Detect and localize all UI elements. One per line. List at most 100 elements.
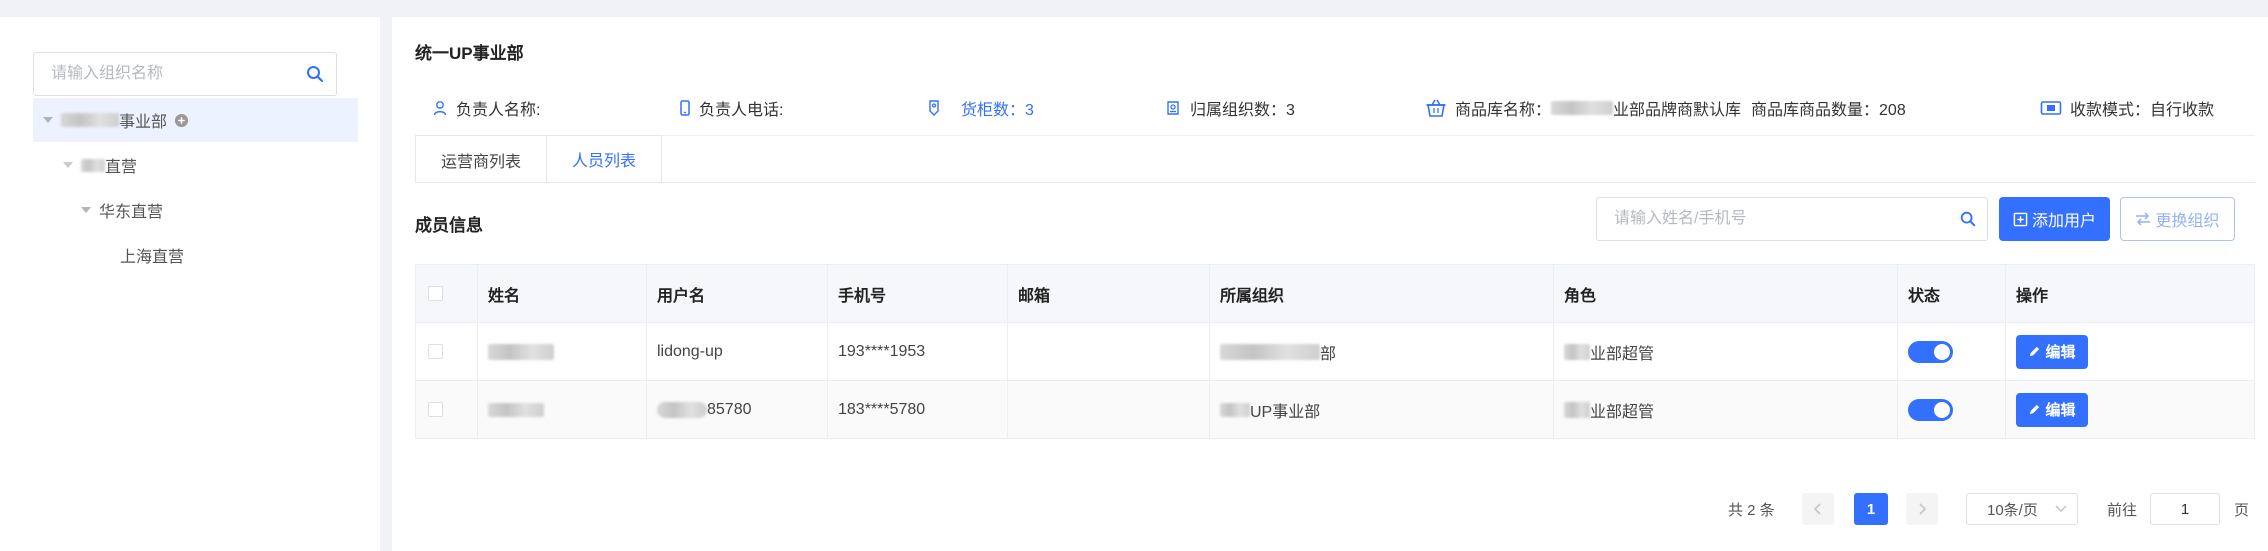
- blurred-text: [61, 113, 119, 127]
- info-row: 负责人名称: 负责人电话: 货柜数：3 归属组织数：3 商品库名称： 业部品牌商…: [392, 93, 2268, 123]
- search-icon[interactable]: [1959, 210, 1977, 228]
- cell-actions: 编辑: [2006, 323, 2254, 380]
- page-title: 统一UP事业部: [415, 44, 524, 63]
- blurred-text: [488, 402, 544, 417]
- cabinet-count-link[interactable]: 货柜数：3: [925, 93, 1034, 123]
- org-search-input[interactable]: [51, 53, 301, 95]
- owner-phone: 负责人电话:: [679, 93, 783, 123]
- tab-staff-list[interactable]: 人员列表: [547, 135, 663, 183]
- cell-org: 部: [1210, 323, 1554, 380]
- table-row: lidong-up 193****1953 部 业部超管 编辑: [416, 323, 2254, 381]
- row-checkbox[interactable]: [428, 402, 443, 417]
- blurred-text: [1220, 402, 1250, 417]
- org-search-box[interactable]: [33, 52, 337, 96]
- tag-icon: [929, 100, 939, 116]
- total-count: 共 2 条: [1728, 502, 1775, 519]
- blurred-text: [81, 158, 105, 172]
- cell-email: [1008, 323, 1210, 380]
- row-select-cell[interactable]: [416, 323, 478, 380]
- cell-email: [1008, 381, 1210, 438]
- status-toggle[interactable]: [1908, 398, 1953, 421]
- status-toggle[interactable]: [1908, 340, 1953, 363]
- cell-username: 85780: [647, 381, 828, 438]
- cell-phone: 183****5780: [828, 381, 1008, 438]
- tab-bar: 运营商列表 人员列表: [415, 135, 663, 183]
- cell-status: [1898, 323, 2006, 380]
- main-panel: 统一UP事业部 负责人名称: 负责人电话: 货柜数：3 归属组织数：3 商品库名…: [392, 17, 2268, 551]
- prev-page-button[interactable]: [1802, 493, 1834, 525]
- pencil-icon: [2030, 404, 2040, 415]
- table-row: 85780 183****5780 UP事业部 业部超管 编辑: [416, 381, 2254, 439]
- row-checkbox[interactable]: [428, 344, 443, 359]
- page-unit-label: 页: [2234, 502, 2250, 519]
- tree-node-shanghai[interactable]: 上海直营: [33, 233, 358, 277]
- org-icon: [1167, 101, 1179, 115]
- phone-icon: [680, 100, 690, 116]
- cell-name: [478, 323, 647, 380]
- swap-icon: [2136, 212, 2151, 226]
- page-size-select[interactable]: 10条/页: [1966, 493, 2078, 525]
- member-table: 姓名 用户名 手机号 邮箱 所属组织 角色 状态 操作 lidong-up 19…: [415, 264, 2255, 439]
- section-title: 成员信息: [415, 216, 483, 235]
- table-header-row: 姓名 用户名 手机号 邮箱 所属组织 角色 状态 操作: [416, 265, 2254, 323]
- goto-page-input[interactable]: [2150, 493, 2220, 525]
- cell-username: lidong-up: [647, 323, 828, 380]
- top-strip: [0, 0, 2268, 17]
- product-count: 商品库商品数量：208: [1751, 102, 1906, 119]
- cell-status: [1898, 381, 2006, 438]
- page-number-button[interactable]: 1: [1854, 493, 1888, 525]
- cell-role: 业部超管: [1554, 323, 1898, 380]
- pagination: 共 2 条 1 10条/页 前往 页: [392, 493, 2268, 525]
- blurred-text: [1220, 343, 1320, 360]
- tree-node-label: 事业部: [119, 114, 168, 131]
- edit-button[interactable]: 编辑: [2016, 334, 2088, 369]
- blurred-text: [1551, 101, 1614, 115]
- cell-name: [478, 381, 647, 438]
- tree-node-label: 直营: [105, 159, 138, 176]
- blurred-text: [1564, 401, 1590, 418]
- tree-node-bu[interactable]: 事业部: [33, 98, 358, 142]
- chevron-left-icon: [1813, 503, 1821, 515]
- user-icon: [433, 101, 447, 116]
- expand-arrow-icon[interactable]: [43, 117, 53, 123]
- select-all-cell[interactable]: [416, 265, 478, 322]
- owner-name: 负责人名称:: [432, 93, 540, 123]
- product-library: 商品库名称： 业部品牌商默认库 商品库商品数量：208: [1425, 93, 1906, 123]
- expand-arrow-icon[interactable]: [63, 162, 73, 168]
- member-search-box[interactable]: [1596, 197, 1988, 241]
- panel-divider: [380, 17, 392, 551]
- tabs-underline: [415, 182, 2255, 183]
- tree-node-label: 华东直营: [99, 204, 164, 221]
- edit-button[interactable]: 编辑: [2016, 392, 2088, 427]
- cell-phone: 193****1953: [828, 323, 1008, 380]
- blurred-text: [1564, 343, 1590, 360]
- tab-operator-list[interactable]: 运营商列表: [415, 135, 548, 183]
- row-select-cell[interactable]: [416, 381, 478, 438]
- org-count: 归属组织数：3: [1164, 93, 1295, 123]
- cell-org: UP事业部: [1210, 381, 1554, 438]
- col-name: 姓名: [478, 265, 647, 322]
- next-page-button[interactable]: [1906, 493, 1938, 525]
- cell-role: 业部超管: [1554, 381, 1898, 438]
- add-circle-icon[interactable]: [174, 113, 189, 128]
- basket-icon: [1426, 99, 1446, 117]
- col-status: 状态: [1898, 265, 2006, 322]
- col-email: 邮箱: [1008, 265, 1210, 322]
- cell-actions: 编辑: [2006, 381, 2254, 438]
- add-user-button[interactable]: 添加用户: [1999, 197, 2110, 241]
- tree-node-direct[interactable]: 直营: [33, 143, 358, 187]
- expand-arrow-icon[interactable]: [81, 207, 91, 213]
- col-phone: 手机号: [828, 265, 1008, 322]
- plus-square-icon: [2013, 212, 2028, 226]
- select-all-checkbox[interactable]: [428, 286, 443, 301]
- member-search-input[interactable]: [1614, 198, 1944, 240]
- collection-mode: 收款模式：自行收款: [2040, 93, 2214, 123]
- chevron-right-icon: [1919, 503, 1927, 515]
- switch-org-button[interactable]: 更换组织: [2120, 197, 2235, 241]
- cash-icon: [2040, 101, 2062, 115]
- col-role: 角色: [1554, 265, 1898, 322]
- search-icon[interactable]: [305, 64, 325, 84]
- tree-node-east-china[interactable]: 华东直营: [33, 188, 358, 232]
- tree-node-label: 上海直营: [120, 249, 185, 266]
- col-actions: 操作: [2016, 287, 2049, 305]
